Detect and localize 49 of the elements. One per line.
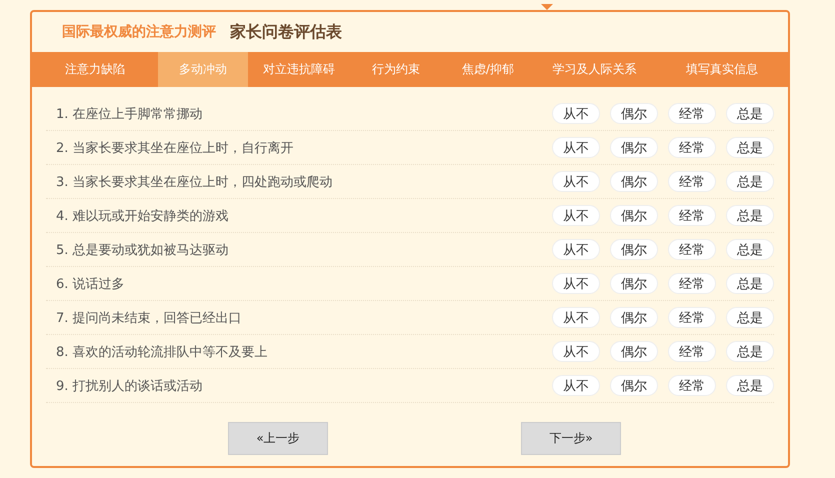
answer-option[interactable]: 总是: [726, 375, 774, 396]
answer-option[interactable]: 总是: [726, 103, 774, 124]
answer-option[interactable]: 总是: [726, 137, 774, 158]
answer-option[interactable]: 总是: [726, 307, 774, 328]
answer-option[interactable]: 总是: [726, 205, 774, 226]
answer-option[interactable]: 偶尔: [610, 273, 658, 294]
answer-option[interactable]: 从不: [552, 273, 600, 294]
answer-option[interactable]: 从不: [552, 307, 600, 328]
question-text: 6. 说话过多: [56, 276, 125, 292]
answer-option[interactable]: 经常: [668, 103, 716, 124]
answer-option[interactable]: 总是: [726, 273, 774, 294]
answer-option[interactable]: 经常: [668, 137, 716, 158]
question-text: 5. 总是要动或犹如被马达驱动: [56, 242, 229, 258]
answer-option[interactable]: 从不: [552, 171, 600, 192]
previous-button[interactable]: «上一步: [228, 422, 328, 455]
question-text: 1. 在座位上手脚常常挪动: [56, 106, 203, 122]
question-text: 8. 喜欢的活动轮流排队中等不及要上: [56, 344, 268, 360]
answer-option[interactable]: 经常: [668, 273, 716, 294]
answer-option[interactable]: 从不: [552, 341, 600, 362]
answer-option[interactable]: 经常: [668, 205, 716, 226]
answer-option[interactable]: 偶尔: [610, 103, 658, 124]
answer-option[interactable]: 从不: [552, 239, 600, 260]
answer-option[interactable]: 经常: [668, 171, 716, 192]
answer-option[interactable]: 偶尔: [610, 307, 658, 328]
answer-option[interactable]: 从不: [552, 137, 600, 158]
next-button[interactable]: 下一步»: [521, 422, 621, 455]
question-text: 2. 当家长要求其坐在座位上时，自行离开: [56, 140, 294, 156]
answer-option[interactable]: 总是: [726, 171, 774, 192]
answer-option[interactable]: 经常: [668, 375, 716, 396]
answer-option[interactable]: 从不: [552, 205, 600, 226]
answer-option[interactable]: 偶尔: [610, 205, 658, 226]
answer-option[interactable]: 偶尔: [610, 137, 658, 158]
answer-option[interactable]: 偶尔: [610, 341, 658, 362]
answer-option[interactable]: 经常: [668, 239, 716, 260]
answer-option[interactable]: 从不: [552, 103, 600, 124]
answer-option[interactable]: 总是: [726, 239, 774, 260]
question-text: 7. 提问尚未结束，回答已经出口: [56, 310, 242, 326]
answer-option[interactable]: 经常: [668, 341, 716, 362]
survey-subtitle: 家长问卷评估表: [230, 22, 342, 42]
question-text: 9. 打扰别人的谈话或活动: [56, 378, 203, 394]
answer-option[interactable]: 偶尔: [610, 171, 658, 192]
answer-option[interactable]: 从不: [552, 375, 600, 396]
answer-option[interactable]: 总是: [726, 341, 774, 362]
answer-option[interactable]: 偶尔: [610, 375, 658, 396]
survey-title: 国际最权威的注意力测评: [62, 23, 216, 41]
answer-option[interactable]: 经常: [668, 307, 716, 328]
answer-option[interactable]: 偶尔: [610, 239, 658, 260]
question-text: 4. 难以玩或开始安静类的游戏: [56, 208, 229, 224]
question-text: 3. 当家长要求其坐在座位上时，四处跑动或爬动: [56, 174, 333, 190]
